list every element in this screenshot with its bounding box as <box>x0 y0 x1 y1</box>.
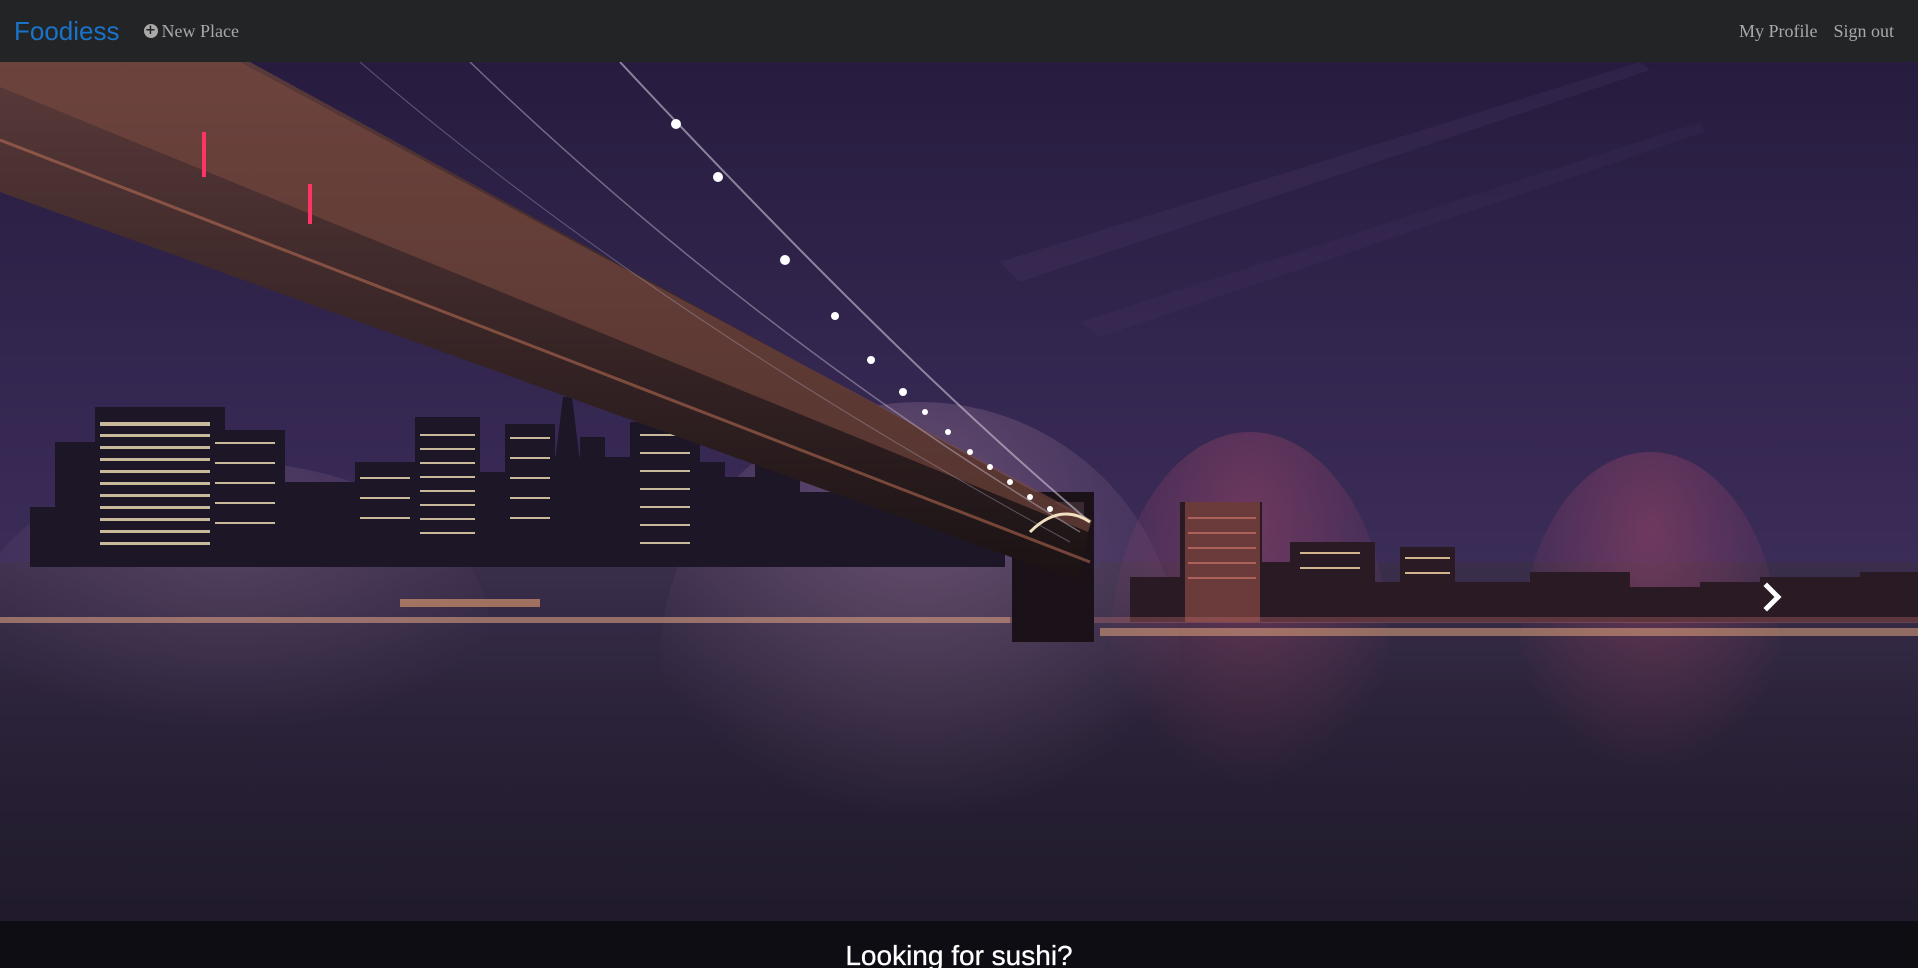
hero-carousel <box>0 62 1918 968</box>
my-profile-link[interactable]: My Profile <box>1739 21 1818 42</box>
carousel-caption-bar: Looking for sushi? <box>0 921 1918 968</box>
new-place-link[interactable]: + New Place <box>143 20 239 42</box>
plus-circle-icon: + <box>143 23 158 38</box>
carousel-caption: Looking for sushi? <box>845 940 1073 968</box>
chevron-right-icon[interactable] <box>1762 582 1784 612</box>
top-navbar: Foodiess + New Place My Profile Sign out <box>0 0 1918 62</box>
city-bridge-night-image <box>0 62 1918 968</box>
new-place-label: New Place <box>161 20 239 41</box>
sign-out-link[interactable]: Sign out <box>1833 21 1894 42</box>
nav-right-group: My Profile Sign out <box>1739 21 1904 42</box>
brand-logo-link[interactable]: Foodiess <box>14 16 120 47</box>
